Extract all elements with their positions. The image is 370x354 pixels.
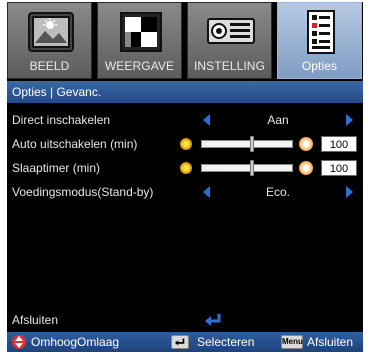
- direct-power-on-value: Aan: [267, 113, 289, 127]
- tab-bar: BEELD WEERGAVE INSTELLING Opties: [7, 2, 363, 79]
- arrow-left-icon[interactable]: [203, 114, 210, 126]
- enter-key-icon: [171, 335, 189, 349]
- row-label: Auto uitschakelen (min): [12, 137, 138, 151]
- power-mode-row[interactable]: Voedingsmodus(Stand-by) Eco.: [7, 182, 363, 202]
- auto-power-off-slider[interactable]: [201, 140, 293, 148]
- up-down-icon: [12, 335, 26, 349]
- increase-sun-icon[interactable]: [299, 137, 313, 151]
- tab-label: Opties: [301, 59, 338, 73]
- options-list-icon: [307, 10, 335, 54]
- arrow-left-icon[interactable]: [203, 186, 210, 198]
- row-label: Slaaptimer (min): [12, 161, 101, 175]
- breadcrumb: Opties | Gevanc.: [7, 81, 363, 103]
- exit-row[interactable]: Afsluiten: [7, 310, 363, 330]
- tab-weergave[interactable]: WEERGAVE: [97, 2, 182, 79]
- tab-opties[interactable]: Opties: [277, 2, 362, 79]
- enter-arrow-icon: [205, 314, 221, 326]
- auto-power-off-row[interactable]: Auto uitschakelen (min) 100: [7, 134, 363, 154]
- sleep-timer-row[interactable]: Slaaptimer (min) 100: [7, 158, 363, 178]
- power-mode-value: Eco.: [265, 185, 290, 199]
- osd-menu: BEELD WEERGAVE INSTELLING Opties Opties …: [7, 2, 363, 352]
- menu-hint: Afsluiten: [307, 335, 354, 349]
- display-icon: [120, 12, 162, 52]
- tab-label: WEERGAVE: [104, 59, 175, 73]
- arrow-right-icon[interactable]: [346, 186, 353, 198]
- arrow-right-icon[interactable]: [346, 114, 353, 126]
- options-panel: Direct inschakelen Aan Auto uitschakelen…: [7, 104, 363, 328]
- sleep-timer-value: 100: [321, 160, 357, 176]
- tab-label: INSTELLING: [193, 59, 266, 73]
- decrease-sun-icon[interactable]: [180, 162, 192, 174]
- picture-icon: [28, 12, 74, 52]
- exit-label: Afsluiten: [12, 313, 59, 327]
- direct-power-on-row[interactable]: Direct inschakelen Aan: [7, 110, 363, 130]
- tab-beeld[interactable]: BEELD: [7, 2, 92, 79]
- slider-handle[interactable]: [249, 136, 254, 152]
- tab-instelling[interactable]: INSTELLING: [187, 2, 272, 79]
- decrease-sun-icon[interactable]: [180, 138, 192, 150]
- row-label: Direct inschakelen: [12, 113, 111, 127]
- slider-handle[interactable]: [249, 160, 254, 176]
- sleep-timer-slider[interactable]: [201, 164, 293, 172]
- menu-key-icon: Menu: [281, 335, 303, 349]
- enter-hint: Selecteren: [197, 335, 255, 349]
- tab-label: BEELD: [29, 59, 70, 73]
- row-label: Voedingsmodus(Stand-by): [12, 185, 154, 199]
- increase-sun-icon[interactable]: [299, 161, 313, 175]
- auto-power-off-value: 100: [321, 136, 357, 152]
- updown-hint: OmhoogOmlaag: [31, 335, 120, 349]
- projector-icon: [207, 18, 255, 44]
- footer-bar: OmhoogOmlaag Selecteren Menu Afsluiten: [7, 332, 363, 352]
